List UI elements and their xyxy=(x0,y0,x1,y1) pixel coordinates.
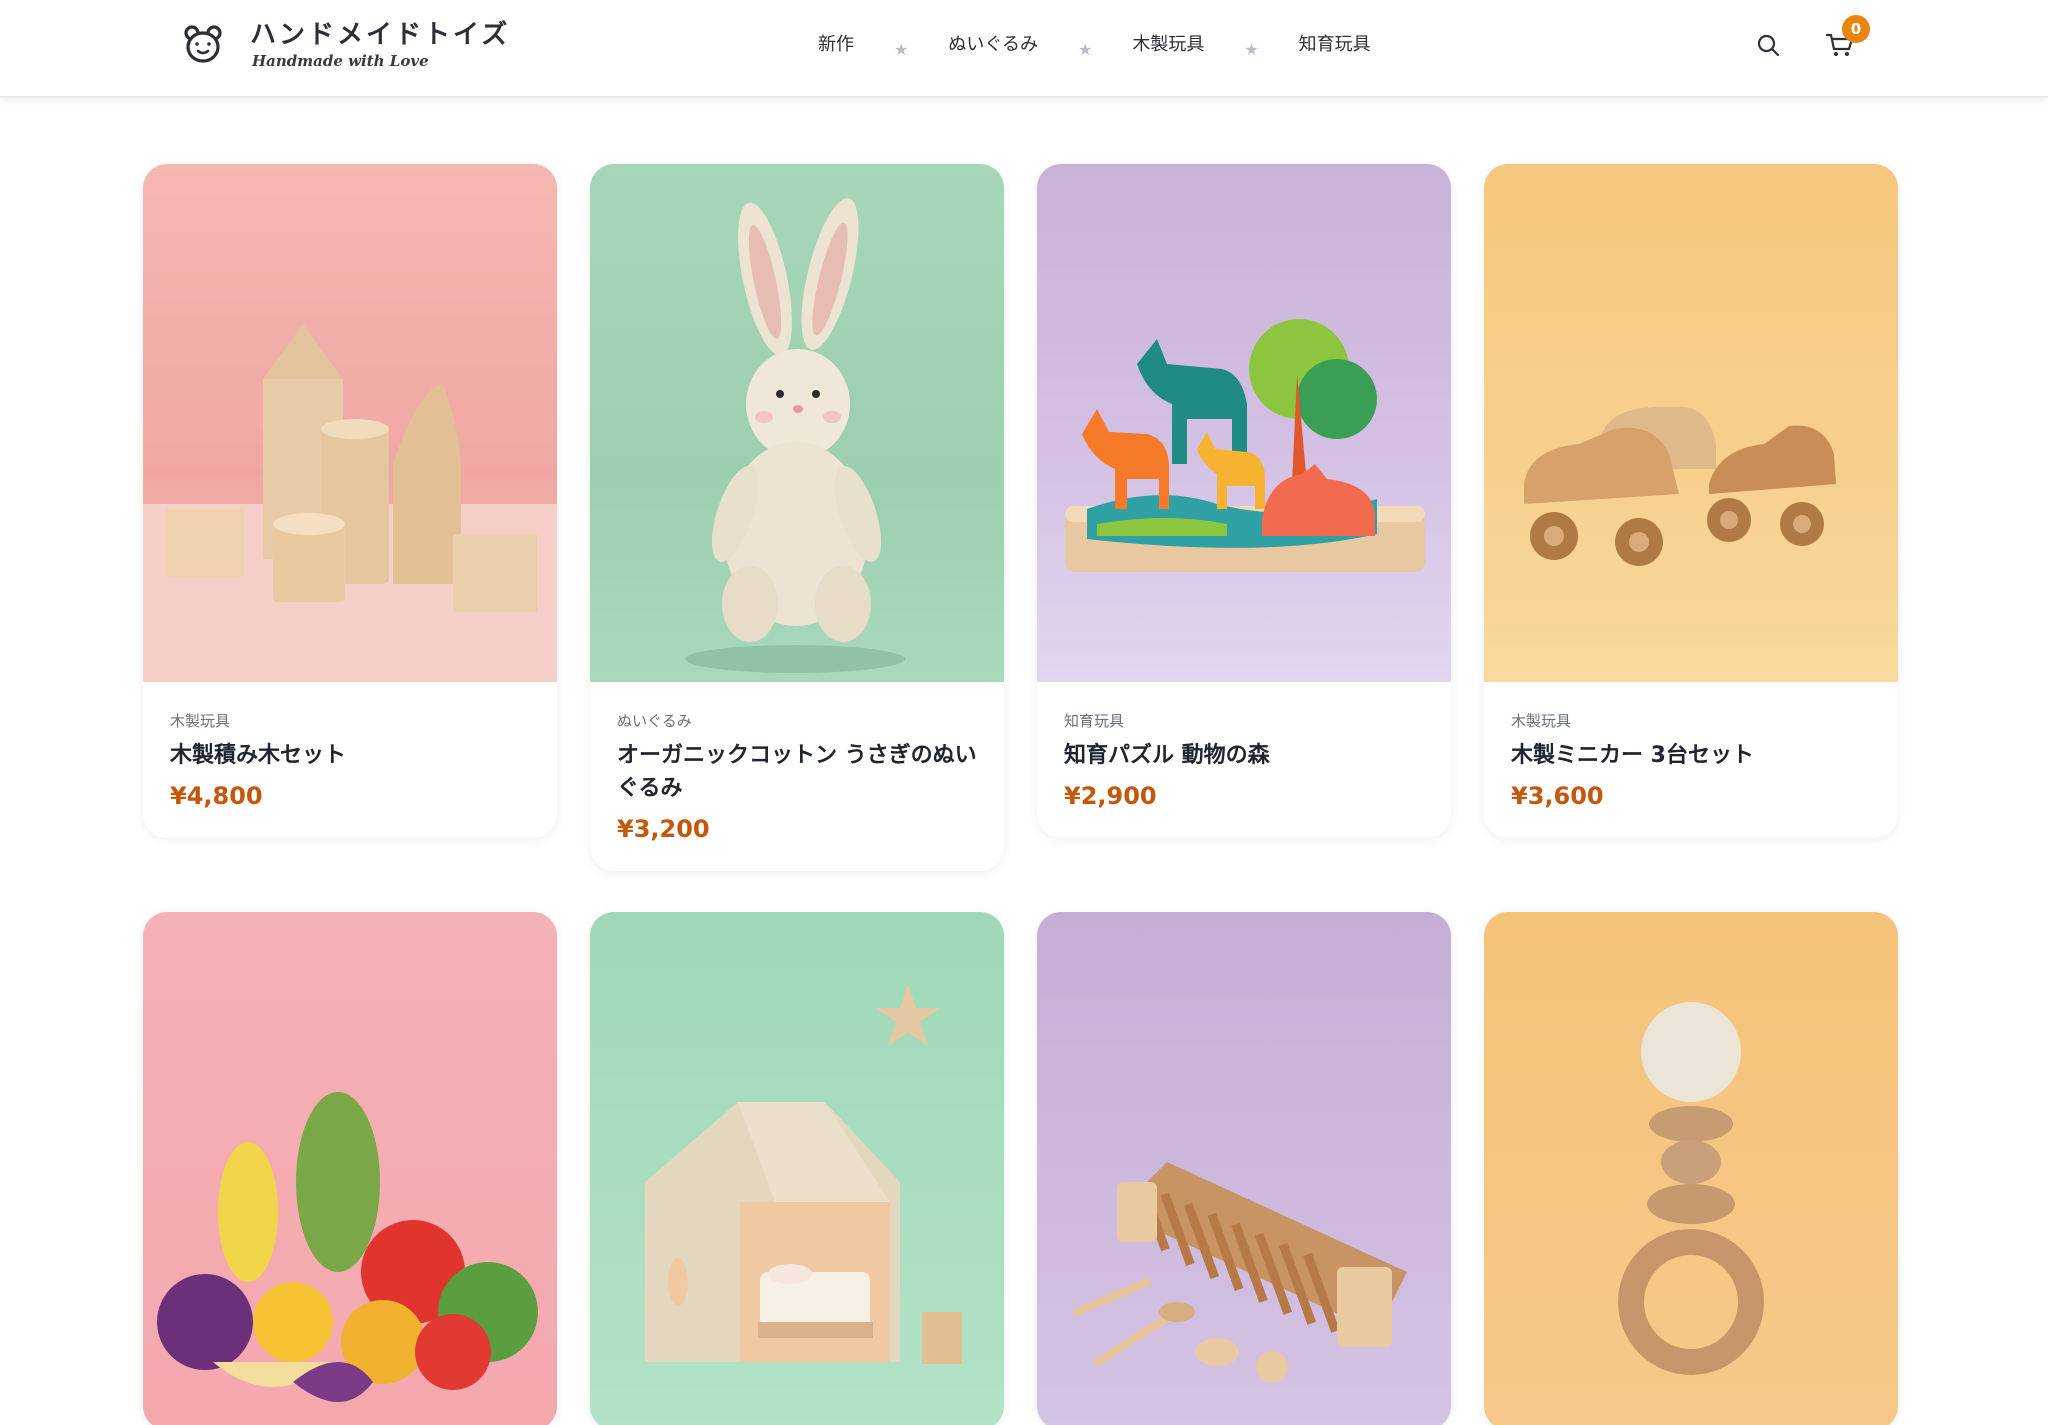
search-icon[interactable] xyxy=(1756,33,1780,57)
bear-face-icon xyxy=(184,25,222,63)
product-card[interactable] xyxy=(1484,912,1898,1425)
product-image[interactable] xyxy=(590,164,1004,682)
product-image[interactable] xyxy=(143,912,557,1425)
product-card[interactable]: 知育玩具 知育パズル 動物の森 ¥2,900 xyxy=(1037,164,1451,838)
product-name[interactable]: オーガニックコットン うさぎのぬいぐるみ xyxy=(617,739,977,805)
xylophone-image xyxy=(1073,1162,1407,1383)
nav-item-educational-toys[interactable]: 知育玩具 xyxy=(1299,30,1371,60)
nav-item-new[interactable]: 新作 xyxy=(818,30,854,60)
product-image[interactable] xyxy=(1484,164,1898,682)
product-name[interactable]: 木製ミニカー 3台セット xyxy=(1511,739,1871,772)
product-card[interactable] xyxy=(143,912,557,1425)
main-nav: 新作 ★ ぬいぐるみ ★ 木製玩具 ★ 知育玩具 xyxy=(818,30,1371,60)
product-price: ¥4,800 xyxy=(170,782,263,810)
cart-count-badge: 0 xyxy=(1842,15,1870,43)
product-price: ¥3,200 xyxy=(617,815,710,843)
rattle-image xyxy=(1618,1002,1764,1375)
nav-item-wooden-toys[interactable]: 木製玩具 xyxy=(1132,30,1204,60)
product-image[interactable] xyxy=(1037,912,1451,1425)
product-card[interactable]: ぬいぐるみ オーガニックコットン うさぎのぬいぐるみ ¥3,200 xyxy=(590,164,1004,871)
wooden-blocks-image xyxy=(143,324,557,682)
star-icon: ★ xyxy=(894,39,909,59)
product-image[interactable] xyxy=(590,912,1004,1425)
product-card[interactable] xyxy=(1037,912,1451,1425)
brand-logo[interactable]: ハンドメイドトイズ Handmade with Love xyxy=(184,20,510,70)
play-house-image xyxy=(645,984,962,1364)
product-category: 木製玩具 xyxy=(170,712,231,730)
product-category: ぬいぐるみ xyxy=(617,712,692,730)
product-name[interactable]: 木製積み木セット xyxy=(170,739,530,772)
product-price: ¥2,900 xyxy=(1064,782,1157,810)
star-icon: ★ xyxy=(1244,39,1259,59)
product-category: 木製玩具 xyxy=(1511,712,1572,730)
nav-item-plush[interactable]: ぬいぐるみ xyxy=(948,30,1038,60)
animal-puzzle-image xyxy=(1065,319,1425,572)
brand-subtitle: Handmade with Love xyxy=(252,52,429,70)
product-price: ¥3,600 xyxy=(1511,782,1604,810)
rabbit-plush-image xyxy=(685,198,905,673)
brand-title: ハンドメイドトイズ xyxy=(250,20,511,50)
product-card[interactable] xyxy=(590,912,1004,1425)
product-image[interactable] xyxy=(1484,912,1898,1425)
product-name[interactable]: 知育パズル 動物の森 xyxy=(1064,739,1424,772)
product-image[interactable] xyxy=(1037,164,1451,682)
product-card[interactable]: 木製玩具 木製積み木セット ¥4,800 xyxy=(143,164,557,838)
product-card[interactable]: 木製玩具 木製ミニカー 3台セット ¥3,600 xyxy=(1484,164,1898,838)
product-category: 知育玩具 xyxy=(1064,712,1125,730)
product-image[interactable] xyxy=(143,164,557,682)
wooden-cars-image xyxy=(1524,407,1836,566)
site-header: ハンドメイドトイズ Handmade with Love 新作 ★ ぬいぐるみ … xyxy=(0,0,2048,97)
felt-vegetables-image xyxy=(157,1092,538,1402)
star-icon: ★ xyxy=(1077,39,1093,59)
